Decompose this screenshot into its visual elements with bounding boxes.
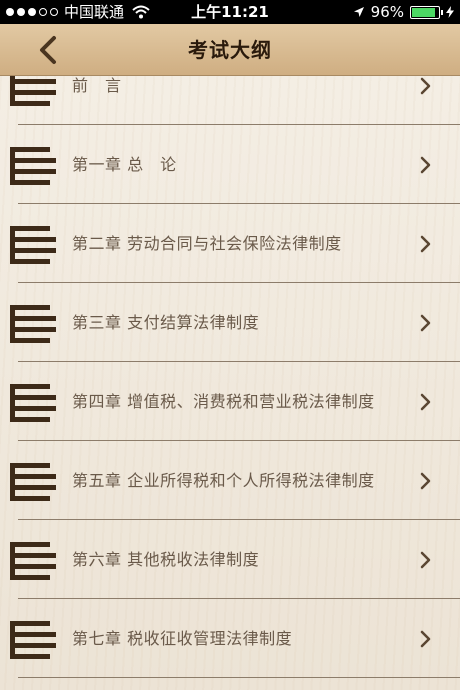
list-icon [10,226,56,264]
list-item-label: 第五章 企业所得税和个人所得税法律制度 [72,470,375,490]
chevron-right-icon [420,235,431,253]
chapter-list[interactable]: 前 言第一章 总 论第二章 劳动合同与社会保险法律制度 第三章 支付结算法律制度第… [0,76,460,690]
list-item[interactable]: 第六章 其他税收法律制度 [0,520,460,599]
list-item-label: 第二章 劳动合同与社会保险法律制度 [72,233,342,253]
list-item[interactable]: 前 言 [0,76,460,125]
charging-bolt-icon [446,6,454,18]
battery-level [412,7,436,17]
list-icon [10,147,56,185]
battery-percent: 96% [370,3,404,21]
list-item-label: 前 言 [72,76,122,95]
list-icon [10,621,56,659]
page-title: 考试大纲 [188,38,272,62]
list-item[interactable]: 第三章 支付结算法律制度 [0,283,460,362]
list-item[interactable]: 第四章 增值税、消费税和营业税法律制度 [0,362,460,441]
list-item-label: 第四章 增值税、消费税和营业税法律制度 [72,391,375,411]
chevron-right-icon [420,77,431,95]
list-icon [10,76,56,106]
status-bar-right: 96% [353,0,454,24]
row-divider [18,677,460,678]
status-bar: 中国联通 上午11:21 96% [0,0,460,24]
navigation-bar: 考试大纲 [0,24,460,76]
battery-icon [410,5,443,19]
list-item-label: 第三章 支付结算法律制度 [72,312,260,332]
list-item-label: 第一章 总 论 [72,154,177,174]
chevron-right-icon [420,314,431,332]
list-item[interactable]: 第一章 总 论 [0,125,460,204]
list-item-label: 第七章 税收征收管理法律制度 [72,628,293,648]
list-icon [10,463,56,501]
list-icon [10,305,56,343]
chevron-right-icon [420,393,431,411]
list-item[interactable]: 第二章 劳动合同与社会保险法律制度 [0,204,460,283]
list-item[interactable]: 第七章 税收征收管理法律制度 [0,599,460,678]
location-arrow-icon [353,7,364,17]
chevron-right-icon [420,551,431,569]
chevron-right-icon [420,472,431,490]
chevron-right-icon [420,156,431,174]
list-icon [10,542,56,580]
chevron-right-icon [420,630,431,648]
list-item-label: 第六章 其他税收法律制度 [72,549,260,569]
list-item[interactable]: 第五章 企业所得税和个人所得税法律制度 [0,441,460,520]
list-icon [10,384,56,422]
